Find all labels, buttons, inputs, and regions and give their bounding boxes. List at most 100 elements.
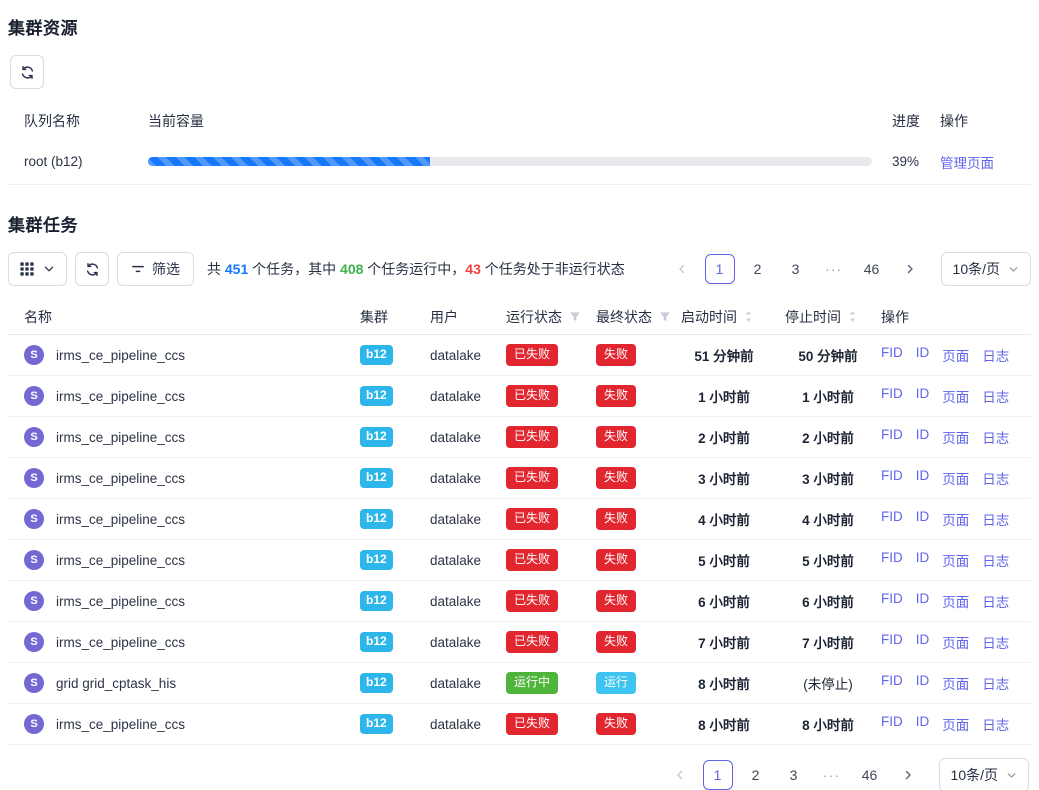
- capacity-progress-fill: [148, 157, 430, 166]
- sort-icon[interactable]: [848, 310, 857, 323]
- sort-icon[interactable]: [744, 310, 753, 323]
- manage-page-link[interactable]: 管理页面: [940, 152, 1031, 172]
- task-name: grid grid_cptask_his: [56, 676, 176, 691]
- grid-icon: [20, 262, 34, 276]
- start-time: 1 小时前: [681, 386, 767, 406]
- page-button-3[interactable]: 3: [779, 760, 809, 790]
- header-user: 用户: [430, 307, 506, 327]
- stop-time: 50 分钟前: [785, 345, 871, 365]
- page-button-46[interactable]: 46: [857, 254, 887, 284]
- action-link-fid[interactable]: FID: [881, 468, 903, 488]
- filter-funnel-icon[interactable]: [569, 311, 581, 323]
- task-name: irms_ce_pipeline_ccs: [56, 635, 185, 650]
- action-link-id[interactable]: ID: [916, 673, 930, 693]
- start-time: 7 小时前: [681, 632, 767, 652]
- chevron-down-icon: [1006, 770, 1017, 781]
- page-button-46[interactable]: 46: [855, 760, 885, 790]
- final-status-badge: 失败: [596, 631, 636, 652]
- final-status-badge: 失败: [596, 467, 636, 488]
- action-link-id[interactable]: ID: [916, 345, 930, 365]
- action-link-page[interactable]: 页面: [942, 632, 969, 652]
- action-link-log[interactable]: 日志: [982, 345, 1009, 365]
- action-link-id[interactable]: ID: [916, 591, 930, 611]
- action-link-log[interactable]: 日志: [982, 427, 1009, 447]
- action-link-id[interactable]: ID: [916, 427, 930, 447]
- stop-time: (未停止): [785, 673, 871, 693]
- action-link-page[interactable]: 页面: [942, 673, 969, 693]
- action-link-log[interactable]: 日志: [982, 468, 1009, 488]
- action-link-id[interactable]: ID: [916, 550, 930, 570]
- start-time: 5 小时前: [681, 550, 767, 570]
- action-link-page[interactable]: 页面: [942, 386, 969, 406]
- page-button-2[interactable]: 2: [743, 254, 773, 284]
- bottom-pagination-bar: 1 2 3 ··· 46 10条/页: [8, 758, 1031, 790]
- tasks-toolbar: 筛选 共 451 个任务，其中 408 个任务运行中，43 个任务处于非运行状态…: [8, 252, 1031, 286]
- action-link-log[interactable]: 日志: [982, 386, 1009, 406]
- page-ellipsis[interactable]: ···: [817, 760, 847, 790]
- action-link-fid[interactable]: FID: [881, 714, 903, 734]
- action-link-log[interactable]: 日志: [982, 591, 1009, 611]
- queue-table-header: 队列名称 当前容量 进度 操作: [8, 103, 1031, 139]
- action-link-page[interactable]: 页面: [942, 714, 969, 734]
- action-link-id[interactable]: ID: [916, 632, 930, 652]
- action-link-id[interactable]: ID: [916, 468, 930, 488]
- action-link-fid[interactable]: FID: [881, 673, 903, 693]
- action-link-id[interactable]: ID: [916, 509, 930, 529]
- start-time: 4 小时前: [681, 509, 767, 529]
- task-avatar: S: [24, 550, 44, 570]
- final-status-badge: 运行: [596, 672, 636, 693]
- filter-button[interactable]: 筛选: [117, 252, 194, 286]
- page-button-2[interactable]: 2: [741, 760, 771, 790]
- next-page-button[interactable]: [895, 254, 925, 284]
- action-link-log[interactable]: 日志: [982, 509, 1009, 529]
- action-link-page[interactable]: 页面: [942, 591, 969, 611]
- task-user: datalake: [430, 512, 506, 527]
- task-user: datalake: [430, 430, 506, 445]
- action-link-fid[interactable]: FID: [881, 591, 903, 611]
- task-user: datalake: [430, 676, 506, 691]
- stop-time: 1 小时前: [785, 386, 871, 406]
- action-link-page[interactable]: 页面: [942, 550, 969, 570]
- action-link-page[interactable]: 页面: [942, 468, 969, 488]
- page-button-1[interactable]: 1: [703, 760, 733, 790]
- layout-grid-button[interactable]: [8, 252, 67, 286]
- resources-refresh-button[interactable]: [10, 55, 44, 89]
- action-link-page[interactable]: 页面: [942, 509, 969, 529]
- action-link-fid[interactable]: FID: [881, 632, 903, 652]
- tasks-refresh-button[interactable]: [75, 252, 109, 286]
- action-link-page[interactable]: 页面: [942, 345, 969, 365]
- action-link-fid[interactable]: FID: [881, 509, 903, 529]
- page-ellipsis[interactable]: ···: [819, 254, 849, 284]
- filter-funnel-icon[interactable]: [659, 311, 671, 323]
- page-button-1[interactable]: 1: [705, 254, 735, 284]
- task-avatar: S: [24, 591, 44, 611]
- task-avatar: S: [24, 468, 44, 488]
- page-button-3[interactable]: 3: [781, 254, 811, 284]
- action-link-log[interactable]: 日志: [982, 550, 1009, 570]
- final-status-badge: 失败: [596, 590, 636, 611]
- header-current-capacity: 当前容量: [148, 111, 892, 131]
- action-link-log[interactable]: 日志: [982, 632, 1009, 652]
- action-link-fid[interactable]: FID: [881, 386, 903, 406]
- action-link-page[interactable]: 页面: [942, 427, 969, 447]
- task-name: irms_ce_pipeline_ccs: [56, 717, 185, 732]
- action-link-log[interactable]: 日志: [982, 714, 1009, 734]
- final-status-badge: 失败: [596, 344, 636, 365]
- cluster-badge: b12: [360, 345, 393, 364]
- cluster-tasks-title: 集群任务: [8, 211, 1031, 236]
- action-link-fid[interactable]: FID: [881, 550, 903, 570]
- action-link-fid[interactable]: FID: [881, 345, 903, 365]
- capacity-progress-bar: [148, 157, 872, 166]
- action-link-fid[interactable]: FID: [881, 427, 903, 447]
- action-link-id[interactable]: ID: [916, 714, 930, 734]
- next-page-button[interactable]: [893, 760, 923, 790]
- header-run-status: 运行状态: [506, 307, 596, 327]
- page-size-select[interactable]: 10条/页: [941, 252, 1031, 286]
- task-row: S grid grid_cptask_his b12 datalake 运行中 …: [8, 663, 1031, 704]
- cluster-badge: b12: [360, 386, 393, 405]
- header-stop-time: 停止时间: [785, 307, 881, 327]
- page-size-select[interactable]: 10条/页: [939, 758, 1029, 790]
- action-link-log[interactable]: 日志: [982, 673, 1009, 693]
- action-link-id[interactable]: ID: [916, 386, 930, 406]
- header-queue-name: 队列名称: [24, 111, 148, 131]
